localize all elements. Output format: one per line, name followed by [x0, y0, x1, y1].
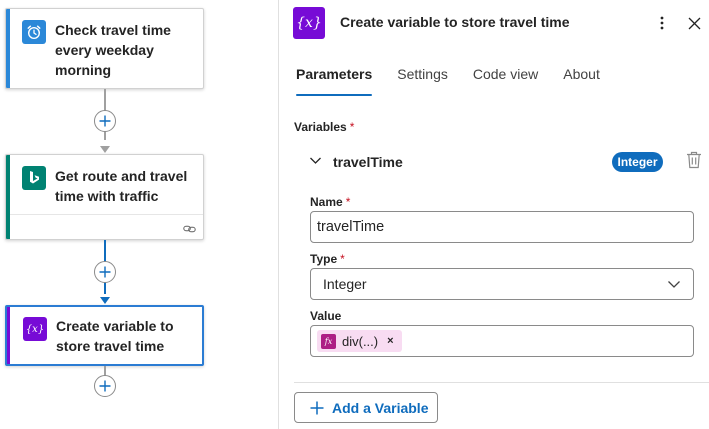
function-icon: fx	[321, 333, 336, 349]
step-title: Create variable to store travel time	[56, 318, 174, 354]
step-title: Get route and travel time with traffic	[55, 168, 188, 204]
variable-name-heading: travelTime	[333, 154, 403, 170]
insert-step-button[interactable]	[94, 261, 116, 283]
more-options-button[interactable]	[653, 12, 671, 34]
step-title: Check travel time every weekday morning	[55, 22, 171, 78]
connector-arrowhead	[100, 146, 110, 153]
tab-settings[interactable]: Settings	[397, 66, 448, 96]
plus-icon	[99, 115, 111, 127]
close-panel-button[interactable]	[683, 12, 705, 34]
variable-value-input[interactable]: fx div(...) ×	[310, 325, 694, 357]
chevron-down-icon[interactable]	[309, 154, 322, 167]
required-mark: *	[345, 195, 351, 209]
workflow-canvas: Check travel time every weekday morning …	[0, 0, 278, 429]
type-label: Type *	[310, 252, 345, 266]
step-card-initialize-variable[interactable]: {x} Create variable to store travel time	[5, 305, 204, 366]
tab-code-view[interactable]: Code view	[473, 66, 538, 96]
section-divider	[294, 382, 709, 383]
close-icon	[688, 17, 700, 29]
step-card-bing-maps[interactable]: Get route and travel time with traffic	[5, 154, 204, 240]
connection-link-icon[interactable]	[183, 221, 196, 239]
panel-title: Create variable to store travel time	[340, 14, 570, 30]
tab-about[interactable]: About	[563, 66, 600, 96]
expression-token-text: div(...)	[342, 333, 379, 349]
required-mark: *	[349, 120, 355, 134]
more-vertical-icon	[660, 16, 664, 30]
insert-step-button[interactable]	[94, 110, 116, 132]
step-card-recurrence[interactable]: Check travel time every weekday morning	[5, 8, 204, 89]
variable-icon: {x}	[293, 7, 325, 39]
variable-name-input[interactable]: travelTime	[310, 211, 694, 243]
type-selected-value: Integer	[323, 276, 367, 292]
expression-token[interactable]: fx div(...) ×	[317, 330, 402, 352]
required-mark: *	[340, 252, 345, 266]
step-accent-bar	[7, 307, 10, 364]
action-details-panel: {x} Create variable to store travel time…	[278, 0, 709, 429]
plus-icon	[99, 266, 111, 278]
connector-arrowhead	[100, 297, 110, 304]
delete-variable-icon[interactable]	[686, 151, 702, 169]
panel-tabs: Parameters Settings Code view About	[296, 66, 625, 96]
insert-step-button[interactable]	[94, 375, 116, 397]
value-label: Value	[310, 309, 342, 323]
card-divider	[10, 214, 203, 215]
name-label: Name *	[310, 195, 351, 209]
add-variable-label: Add a Variable	[332, 399, 429, 416]
chevron-down-icon	[668, 281, 680, 288]
remove-token-button[interactable]: ×	[387, 335, 393, 347]
bing-maps-icon	[22, 166, 46, 190]
variable-type-dropdown[interactable]: Integer	[310, 268, 694, 300]
variable-icon: {x}	[23, 317, 47, 341]
plus-icon	[310, 401, 324, 414]
plus-icon	[99, 380, 111, 392]
alarm-clock-icon	[22, 20, 46, 44]
tab-parameters[interactable]: Parameters	[296, 66, 373, 96]
variable-item-header[interactable]: travelTime Integer	[309, 148, 709, 176]
add-variable-button[interactable]: Add a Variable	[294, 392, 438, 423]
variable-type-badge: Integer	[612, 152, 663, 172]
variables-label: Variables *	[294, 120, 355, 134]
